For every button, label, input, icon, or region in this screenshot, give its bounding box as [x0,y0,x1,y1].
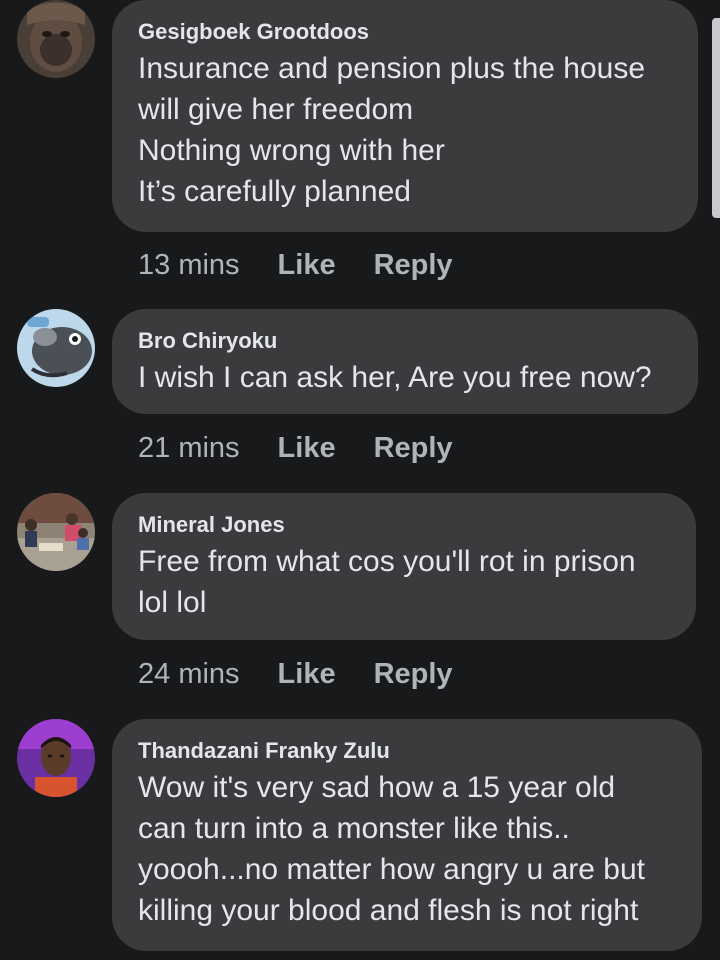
comment-text-line: will give her freedom [138,93,414,126]
like-button[interactable]: Like [278,432,336,465]
comment-actions: 21 mins Like Reply [138,428,453,468]
comment-actions: 24 mins Like Reply [138,654,453,694]
comment-text-line: can turn into a monster like this.. [138,812,570,845]
comment-text-line: Wow it's very sad how a 15 year old [138,771,616,804]
comment-bubble: Thandazani Franky Zulu Wow it's very sad… [112,719,702,951]
comment-timestamp: 24 mins [138,657,240,690]
comment-text-line: Nothing wrong with her [138,134,445,167]
comment-bubble: Gesigboek Grootdoos Insurance and pensio… [112,0,698,232]
comment-text-line: It’s carefully planned [138,175,411,208]
like-button[interactable]: Like [278,249,336,282]
comment-author[interactable]: Bro Chiryoku [138,327,672,355]
comment-text: Insurance and pension plus the house wil… [138,48,672,212]
cartoon-creature-avatar[interactable] [17,309,95,387]
comment-text: Free from what cos you'll rot in prison … [138,541,670,623]
reply-button[interactable]: Reply [374,658,453,691]
comment-author[interactable]: Gesigboek Grootdoos [138,18,672,46]
person-portrait-avatar[interactable] [17,719,95,797]
reply-button[interactable]: Reply [374,249,453,282]
comment-bubble: Bro Chiryoku I wish I can ask her, Are y… [112,309,698,414]
scrollbar[interactable] [712,18,720,218]
group-photo-avatar[interactable] [17,493,95,571]
comment-author[interactable]: Mineral Jones [138,511,670,539]
comment-actions: 13 mins Like Reply [138,245,453,285]
comment-timestamp: 13 mins [138,248,240,281]
comment-timestamp: 21 mins [138,431,240,464]
comment-text-line: I wish I can ask her, Are you free now? [138,361,652,394]
comment-text: I wish I can ask her, Are you free now? [138,357,672,398]
comment-text-line: lol lol [138,586,207,619]
comment-text-line: yoooh...no matter how angry u are but [138,853,645,886]
comment-text-line: killing your blood and flesh is not righ… [138,894,639,927]
like-button[interactable]: Like [278,658,336,691]
reply-button[interactable]: Reply [374,432,453,465]
ape-face-avatar[interactable] [17,0,95,78]
comment-bubble: Mineral Jones Free from what cos you'll … [112,493,696,640]
comment-text-line: Insurance and pension plus the house [138,52,646,85]
comment-text-line: Free from what cos you'll rot in prison [138,545,636,578]
comment-author[interactable]: Thandazani Franky Zulu [138,737,676,765]
comment-text: Wow it's very sad how a 15 year old can … [138,767,676,931]
